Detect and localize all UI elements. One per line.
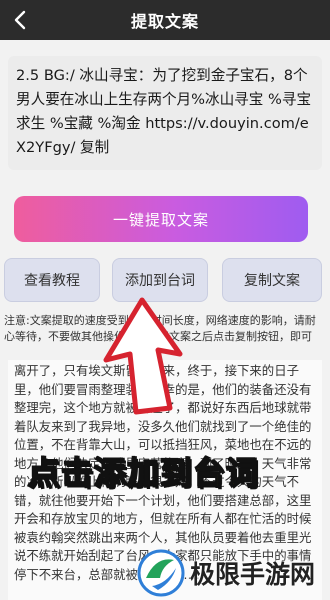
view-tutorial-button[interactable]: 查看教程	[4, 258, 100, 302]
watermark: 极限手游网	[136, 546, 330, 600]
watermark-logo-icon	[137, 549, 185, 597]
overlay-caption: 点击添加到台词	[27, 453, 260, 493]
share-text-field[interactable]: 2.5 BG:/ 冰山寻宝：为了挖到金子宝石，8个男人要在冰山上生存两个月%冰山…	[8, 56, 322, 170]
pointer-arrow-icon	[103, 297, 183, 415]
top-bar: 提取文案	[0, 0, 330, 40]
watermark-text: 极限手游网	[190, 560, 316, 589]
page-title: 提取文案	[130, 12, 199, 31]
share-text: 2.5 BG:/ 冰山寻宝：为了挖到金子宝石，8个男人要在冰山上生存两个月%冰山…	[16, 67, 312, 156]
back-button[interactable]	[6, 6, 34, 34]
extract-button[interactable]: 一键提取文案	[14, 196, 308, 242]
copy-text-button[interactable]: 复制文案	[222, 258, 322, 302]
chevron-left-icon	[14, 10, 26, 30]
